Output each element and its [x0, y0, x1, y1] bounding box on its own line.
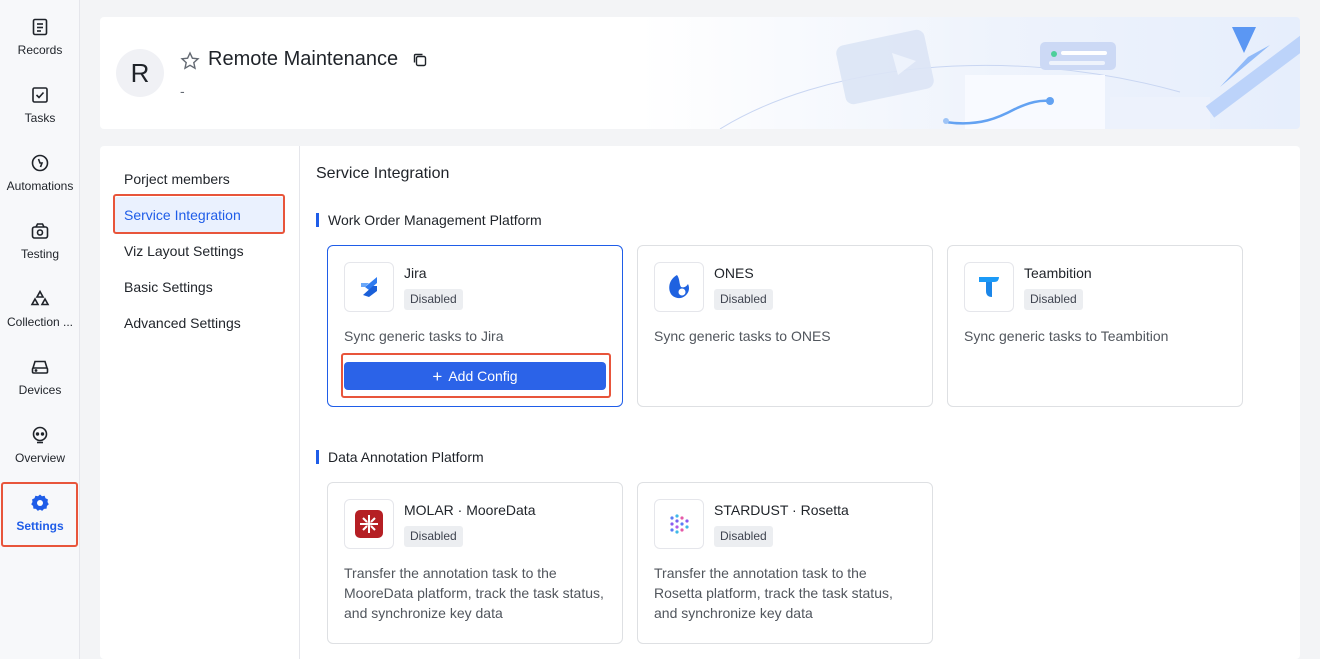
settings-subnav: Porject members Service Integration Viz …: [100, 146, 300, 659]
group-title: Work Order Management Platform: [316, 212, 542, 228]
settings-panel: Porject members Service Integration Viz …: [100, 146, 1300, 659]
integration-card-molar[interactable]: MOLAR · MooreData Disabled Transfer the …: [327, 482, 623, 644]
integration-card-ones[interactable]: ONES Disabled Sync generic tasks to ONES: [637, 245, 933, 407]
jira-logo: [344, 262, 394, 312]
status-badge: Disabled: [714, 526, 773, 547]
card-description: Sync generic tasks to Teambition: [964, 328, 1169, 344]
status-badge: Disabled: [404, 289, 463, 310]
ones-logo: [654, 262, 704, 312]
rail-label: Automations: [6, 179, 74, 193]
rail-label: Testing: [20, 247, 60, 261]
rail-label: Devices: [18, 383, 62, 397]
subnav-highlight-box: [113, 194, 285, 234]
rail-item-automations[interactable]: Automations: [0, 136, 80, 196]
project-header: R Remote Maintenance -: [100, 17, 1300, 129]
card-name: STARDUST · Rosetta: [714, 502, 849, 518]
copy-icon[interactable]: [411, 51, 429, 69]
group-title-text: Data Annotation Platform: [328, 449, 484, 465]
group-title-text: Work Order Management Platform: [328, 212, 542, 228]
rail-label: Records: [17, 43, 63, 57]
rail-item-overview[interactable]: Overview: [0, 408, 80, 468]
automations-icon: [29, 152, 51, 174]
rail-item-testing[interactable]: Testing: [0, 204, 80, 264]
devices-icon: [29, 356, 51, 378]
rail-item-tasks[interactable]: Tasks: [0, 68, 80, 128]
teambition-logo: [964, 262, 1014, 312]
status-badge: Disabled: [404, 526, 463, 547]
testing-icon: [29, 220, 51, 242]
project-subtitle: -: [180, 83, 185, 99]
card-description: Transfer the annotation task to the Moor…: [344, 565, 604, 621]
page-title: Remote Maintenance: [208, 48, 399, 70]
subnav-item-basic[interactable]: Basic Settings: [114, 269, 284, 305]
card-name: ONES: [714, 265, 754, 281]
rail-item-records[interactable]: Records: [0, 0, 80, 60]
group-title: Data Annotation Platform: [316, 449, 484, 465]
left-rail: Records Tasks Automations Testing Collec…: [0, 0, 80, 659]
molar-logo: [344, 499, 394, 549]
group-title-bar: [316, 450, 319, 464]
collection-icon: [29, 288, 51, 310]
header-illustration: [719, 27, 1300, 129]
subnav-item-viz-layout[interactable]: Viz Layout Settings: [114, 233, 284, 269]
overview-icon: [29, 424, 51, 446]
integration-card-stardust[interactable]: STARDUST · Rosetta Disabled Transfer the…: [637, 482, 933, 644]
settings-highlight-box: [1, 482, 78, 547]
subnav-item-advanced[interactable]: Advanced Settings: [114, 305, 284, 341]
rail-label: Overview: [14, 451, 65, 465]
card-name: Teambition: [1024, 265, 1092, 281]
add-config-highlight-box: [341, 353, 611, 398]
card-description: Sync generic tasks to ONES: [654, 328, 831, 344]
card-name: Jira: [404, 265, 427, 281]
status-badge: Disabled: [1024, 289, 1083, 310]
group-title-bar: [316, 213, 319, 227]
integration-card-teambition[interactable]: Teambition Disabled Sync generic tasks t…: [947, 245, 1243, 407]
section-title: Service Integration: [316, 165, 450, 182]
records-icon: [29, 16, 51, 38]
avatar: R: [116, 49, 164, 97]
tasks-icon: [29, 84, 51, 106]
rail-item-devices[interactable]: Devices: [0, 340, 80, 400]
rail-item-collection[interactable]: Collection ...: [0, 272, 80, 332]
status-badge: Disabled: [714, 289, 773, 310]
star-icon[interactable]: [180, 51, 200, 71]
card-description: Transfer the annotation task to the Rose…: [654, 565, 893, 621]
subnav-item-members[interactable]: Porject members: [114, 161, 284, 197]
stardust-logo: [654, 499, 704, 549]
card-name: MOLAR · MooreData: [404, 502, 536, 518]
rail-label: Tasks: [24, 111, 56, 125]
rail-label: Collection ...: [6, 315, 74, 329]
card-description: Sync generic tasks to Jira: [344, 328, 504, 344]
service-integration-content: Service Integration Work Order Managemen…: [300, 146, 1300, 659]
